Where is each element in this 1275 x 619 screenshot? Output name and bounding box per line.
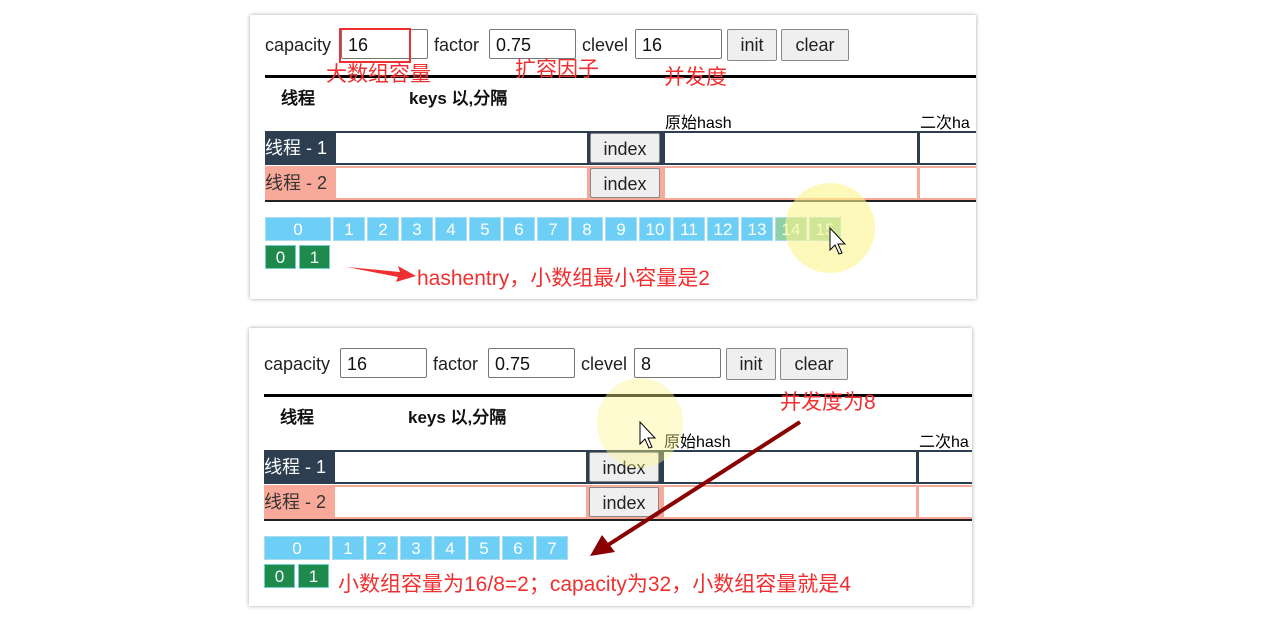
darkred-arrowhead [590, 535, 615, 556]
annotation-arrows [347, 226, 847, 556]
darkred-arrow-icon [606, 420, 802, 547]
red-arrow-icon [347, 266, 416, 282]
cursor-icon [829, 226, 847, 255]
cursor-icon [639, 420, 657, 449]
